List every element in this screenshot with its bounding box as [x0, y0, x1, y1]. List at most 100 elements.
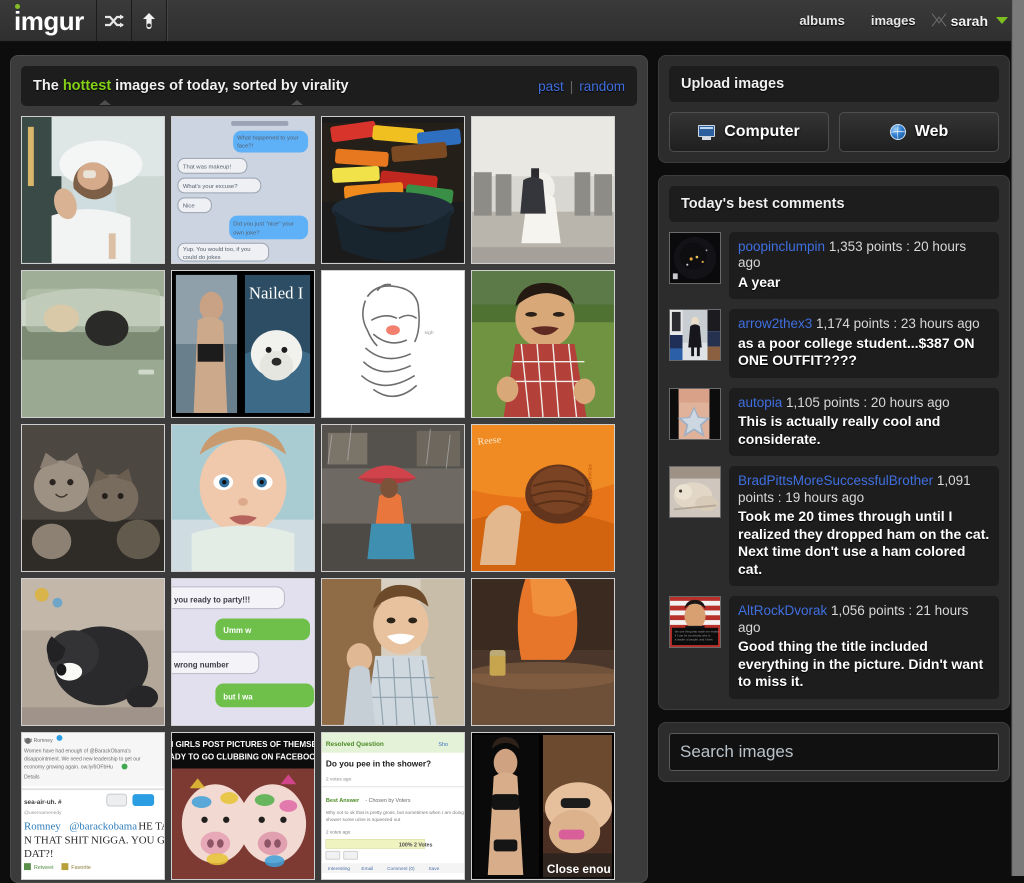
thumbnail-blue-eyed-baby[interactable] — [171, 424, 315, 572]
shuffle-icon — [104, 14, 124, 28]
comment-username[interactable]: BradPittsMoreSuccessfulBrother — [738, 473, 933, 488]
thumbnail-painted-pigs-clubbing-meme[interactable]: WHEN GIRLS POST PICTURES OF THEMSELVES R… — [171, 732, 315, 880]
imgur-logo[interactable]: imgur — [0, 0, 97, 41]
svg-text:Nailed I: Nailed I — [249, 284, 303, 303]
svg-text:disappointment. We need new le: disappointment. We need new leadership t… — [24, 757, 141, 763]
shuffle-button[interactable] — [97, 0, 132, 41]
thumbnail-art — [472, 579, 614, 725]
comment-points: 1,105 points : 20 hours ago — [782, 395, 949, 410]
monitor-icon — [698, 125, 715, 140]
thumbnail-art: Resolved Question Sho Do you pee in the … — [322, 733, 464, 879]
search-card — [658, 722, 1010, 782]
svg-text:could do jokes: could do jokes — [183, 255, 221, 261]
comment-body: poopinclumpin 1,353 points : 20 hours ag… — [729, 232, 999, 299]
upload-computer-button[interactable]: Computer — [669, 112, 829, 152]
svg-text:PEANUT BUTTER: PEANUT BUTTER — [586, 464, 592, 505]
comment-username[interactable]: AltRockDvorak — [738, 603, 827, 618]
comment-username[interactable]: poopinclumpin — [738, 239, 825, 254]
link-separator: | — [564, 79, 580, 94]
scrollbar-thumb[interactable] — [1013, 0, 1024, 876]
nav-link-images[interactable]: images — [858, 13, 929, 28]
thumbnail-reeses-cup-closeup[interactable]: Reese PEANUT BUTTER — [471, 424, 615, 572]
svg-text:Sho: Sho — [438, 742, 448, 748]
thumbnail-wedding-aisle[interactable] — [471, 116, 615, 264]
thumbnail-kittens-pile[interactable] — [21, 424, 165, 572]
gallery-panel: The hottest images of today, sorted by v… — [10, 55, 648, 883]
thumbnail-person-in-green-car[interactable] — [21, 270, 165, 418]
thumbnail-art — [322, 579, 464, 725]
caret-up-virality-icon[interactable] — [291, 100, 303, 105]
thumbnail-text-message-conversation[interactable]: What happened to your face?! That was ma… — [171, 116, 315, 264]
thumbnail-art — [472, 271, 614, 417]
svg-text:@usernamenedy: @usernamenedy — [24, 810, 62, 816]
top-navigation-bar: imgur albums images sarah — [0, 0, 1024, 42]
comment-username[interactable]: arrow2thex3 — [738, 316, 812, 331]
upload-web-button[interactable]: Web — [839, 112, 999, 152]
thumbnail-black-puppy-with-tissue[interactable] — [21, 578, 165, 726]
thumbnail-romney-tweet-screenshot[interactable]: Mitt Romney Women have had enough of @Ba… — [21, 732, 165, 880]
thumbnail-art — [22, 425, 164, 571]
thumbnail-art — [22, 117, 164, 263]
comment-item: autopia 1,105 points : 20 hours ago This… — [669, 388, 999, 456]
svg-text:Best Answer: Best Answer — [326, 798, 360, 804]
thumbnail-laughing-baby-on-grass[interactable] — [471, 270, 615, 418]
svg-text:but I wa: but I wa — [223, 692, 253, 701]
thumbnail-art — [322, 117, 464, 263]
thumbnail-candy-bowl[interactable] — [321, 116, 465, 264]
thumbnail-man-in-hospital-bed[interactable] — [21, 116, 165, 264]
avatar[interactable] — [669, 309, 721, 361]
avatar[interactable] — [669, 388, 721, 440]
user-chevron-separator-icon — [929, 0, 947, 42]
thumbnail-close-enough-bikini-comparison[interactable]: Close enou — [471, 732, 615, 880]
svg-text:shower some urine is squeezed: shower some urine is squeezed out — [326, 817, 401, 823]
thumbnail-yahoo-answers-shower-question[interactable]: Resolved Question Sho Do you pee in the … — [321, 732, 465, 880]
svg-text:face?!: face?! — [237, 144, 253, 150]
thumbnail-nailed-it-polar-bear[interactable]: Nailed I — [171, 270, 315, 418]
thumbnail-girl-with-umbrella-in-rain[interactable] — [321, 424, 465, 572]
svg-text:READY TO GO CLUBBING ON FACEBO: READY TO GO CLUBBING ON FACEBOOK... — [172, 753, 314, 762]
comment-text: A year — [738, 274, 990, 292]
avatar[interactable] — [669, 466, 721, 518]
avatar[interactable] — [669, 232, 721, 284]
thumbnail-art: WHEN GIRLS POST PICTURES OF THEMSELVES R… — [172, 733, 314, 879]
svg-text:sigh: sigh — [425, 330, 434, 336]
chevron-down-icon[interactable] — [996, 17, 1008, 24]
svg-text:Mitt Romney: Mitt Romney — [24, 738, 53, 744]
svg-text:Romney: Romney — [24, 821, 61, 833]
thumbnail-art: Mitt Romney Women have had enough of @Ba… — [22, 733, 164, 879]
svg-text:sea-air-uh. #: sea-air-uh. # — [24, 799, 62, 806]
caret-up-hottest-icon[interactable] — [99, 100, 111, 105]
svg-text:Why not to ok that is pretty g: Why not to ok that is pretty gross, but … — [326, 810, 464, 816]
gallery-title-highlight[interactable]: hottest — [63, 78, 111, 94]
svg-text:you ready to party!!!: you ready to party!!! — [174, 596, 250, 605]
thumbnail-wrong-number-text-thread[interactable]: you ready to party!!! wrong number Umm w… — [171, 578, 315, 726]
svg-text:Retweet: Retweet — [34, 865, 54, 871]
avatar-art — [670, 467, 720, 517]
svg-text:Save: Save — [428, 866, 439, 872]
link-past[interactable]: past — [538, 79, 564, 94]
svg-text:- Chosen by Voters: - Chosen by Voters — [365, 798, 411, 804]
thumbnail-orange-bucket-table[interactable] — [471, 578, 615, 726]
avatar-art: the one thing that made me realize that … — [670, 597, 720, 647]
svg-text:Do you pee in the shower?: Do you pee in the shower? — [326, 760, 431, 769]
best-comments-title: Today's best comments — [669, 186, 999, 222]
svg-text:a leader of people, and I thin: a leader of people, and I think — [675, 638, 713, 642]
link-random[interactable]: random — [579, 79, 625, 94]
search-input[interactable] — [669, 733, 999, 771]
avatar-art — [670, 389, 720, 439]
avatar[interactable]: the one thing that made me realize that … — [669, 596, 721, 648]
page-scrollbar[interactable] — [1011, 0, 1024, 876]
nav-link-albums[interactable]: albums — [786, 13, 858, 28]
svg-text:own joke?: own joke? — [233, 230, 260, 236]
comment-item: the one thing that made me realize that … — [669, 596, 999, 698]
upload-card-title: Upload images — [669, 66, 999, 102]
thumbnail-boy-fist-pump[interactable] — [321, 578, 465, 726]
upload-button[interactable] — [132, 0, 167, 41]
thumbnail-facepalm-line-drawing[interactable]: sigh — [321, 270, 465, 418]
comment-item: poopinclumpin 1,353 points : 20 hours ag… — [669, 232, 999, 299]
avatar-art — [670, 233, 720, 283]
username-label[interactable]: sarah — [947, 13, 996, 29]
comment-body: AltRockDvorak 1,056 points : 21 hours ag… — [729, 596, 999, 698]
svg-text:What happened to your: What happened to your — [237, 136, 298, 142]
comment-username[interactable]: autopia — [738, 395, 782, 410]
